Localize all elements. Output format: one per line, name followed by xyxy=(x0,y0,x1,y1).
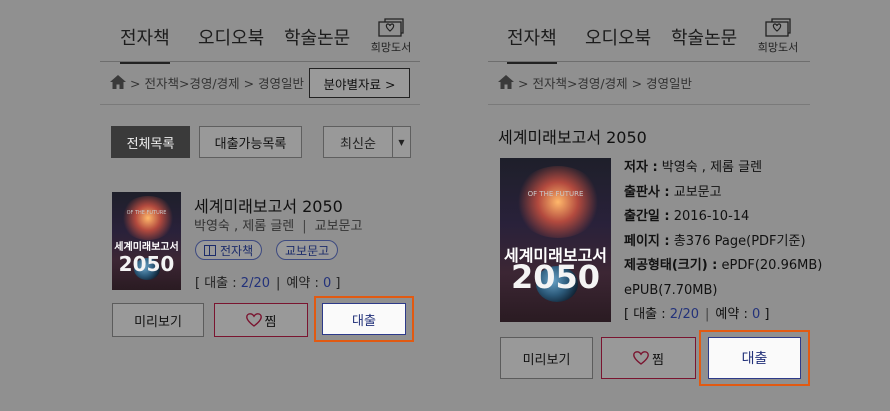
tab-papers[interactable]: 학술논문 xyxy=(284,24,350,62)
wishlist-link[interactable]: 희망도서 xyxy=(753,18,803,55)
cover-subtitle: OF THE FUTURE xyxy=(126,210,167,216)
tab-audiobook[interactable]: 오디오북 xyxy=(198,24,264,62)
book-publisher: 교보문고 xyxy=(314,219,363,234)
loan-status: [ 대출 : 2/20 | 예약 : 0 ] xyxy=(195,276,341,291)
sort-select[interactable]: 최신순 ▼ xyxy=(323,126,411,158)
loan-count: 2/20 xyxy=(240,276,270,291)
preview-button[interactable]: 미리보기 xyxy=(500,337,593,379)
category-browse-button[interactable]: 분야별자료 > xyxy=(309,68,410,98)
loan-label: 대출 : xyxy=(204,276,241,291)
format-value: ePDF(20.96MB) xyxy=(721,258,823,273)
publisher-value: 교보문고 xyxy=(673,184,722,200)
breadcrumb: > 전자책>경영/경제 > 경영일반 xyxy=(498,68,692,96)
format2-value: ePUB(7.70MB) xyxy=(624,282,718,298)
cover-title: 세계미래보고서 xyxy=(114,242,179,253)
home-icon[interactable] xyxy=(498,75,514,89)
available-list-button[interactable]: 대출가능목록 xyxy=(199,126,302,158)
loan-button[interactable]: 대출 xyxy=(322,303,406,335)
date-value: 2016-10-14 xyxy=(673,209,750,224)
tab-ebook[interactable]: 전자책 xyxy=(120,24,170,64)
tab-audiobook[interactable]: 오디오북 xyxy=(585,24,651,62)
loan-count: 2/20 xyxy=(669,307,699,322)
wishlist-label: 희망도서 xyxy=(757,41,799,54)
detail-panel: 전자책 오디오북 학술논문 희망도서 > 전자책>경영/경제 > 경영일반 세계… xyxy=(488,0,822,411)
ebook-tag[interactable]: 전자책 xyxy=(195,240,263,260)
like-button[interactable]: 찜 xyxy=(601,337,696,379)
publisher-label: 출판사 : xyxy=(624,184,670,200)
cover-year: 2050 xyxy=(510,258,601,296)
loan-label: 대출 : xyxy=(633,307,670,322)
detail-book-cover: OF THE FUTURE 세계미래보고서 2050 xyxy=(500,158,611,322)
tab-papers[interactable]: 학술논문 xyxy=(671,24,737,62)
list-panel: 전자책 오디오북 학술논문 희망도서 > 전자책>경영/경제 > 경영일반 분야… xyxy=(100,0,420,411)
reserve-label: 예약 : xyxy=(286,276,323,291)
loan-button[interactable]: 대출 xyxy=(708,337,801,379)
home-icon[interactable] xyxy=(110,75,126,89)
reserve-label: 예약 : xyxy=(715,307,752,322)
cover-subtitle: OF THE FUTURE xyxy=(527,190,584,198)
book-authors: 박영숙 , 제롬 글렌 xyxy=(194,219,295,234)
detail-title: 세계미래보고서 2050 xyxy=(498,128,647,147)
reserve-count: 0 xyxy=(751,307,761,322)
heart-icon xyxy=(633,351,649,365)
pages-value: 총376 Page(PDF기준) xyxy=(673,233,806,249)
wishlist-icon xyxy=(765,18,791,37)
breadcrumb-text: > 전자책>경영/경제 > 경영일반 xyxy=(518,75,693,91)
wishlist-label: 희망도서 xyxy=(370,41,412,54)
category-tabs: 전자책 오디오북 학술논문 희망도서 xyxy=(488,16,810,64)
category-tabs: 전자책 오디오북 학술논문 희망도서 xyxy=(100,16,420,64)
ebook-tag-label: 전자책 xyxy=(220,243,254,258)
heart-icon xyxy=(245,313,262,327)
book-meta: 박영숙 , 제롬 글렌 | 교보문고 xyxy=(194,219,363,234)
author-value: 박영숙 , 제롬 글렌 xyxy=(661,160,763,175)
date-label: 출간일 : xyxy=(624,209,670,224)
publisher-tag[interactable]: 교보문고 xyxy=(276,240,339,260)
book-icon xyxy=(204,244,216,256)
detail-info: 저자 : 박영숙 , 제롬 글렌 출판사 : 교보문고 출간일 : 2016-1… xyxy=(624,160,823,322)
all-list-button[interactable]: 전체목록 xyxy=(111,126,190,158)
divider xyxy=(100,104,420,105)
cover-year: 2050 xyxy=(118,252,175,276)
like-button[interactable]: 찜 xyxy=(214,303,308,337)
publisher-tag-label: 교보문고 xyxy=(285,243,330,258)
author-label: 저자 : xyxy=(624,160,658,175)
divider xyxy=(488,104,810,105)
like-label: 찜 xyxy=(652,352,664,368)
book-cover[interactable]: OF THE FUTURE 세계미래보고서 2050 xyxy=(112,192,181,290)
reserve-count: 0 xyxy=(322,276,332,291)
preview-button[interactable]: 미리보기 xyxy=(112,303,204,337)
breadcrumb: > 전자책>경영/경제 > 경영일반 xyxy=(110,68,304,96)
chevron-down-icon[interactable]: ▼ xyxy=(392,127,410,157)
tab-ebook[interactable]: 전자책 xyxy=(507,24,557,64)
like-label: 찜 xyxy=(264,314,277,330)
loan-button-highlight: 대출 xyxy=(699,330,810,386)
pages-label: 페이지 : xyxy=(624,233,670,249)
book-title[interactable]: 세계미래보고서 2050 xyxy=(194,193,343,217)
format-label: 제공형태(크기) : xyxy=(624,258,718,273)
breadcrumb-text: > 전자책>경영/경제 > 경영일반 xyxy=(130,75,305,91)
sort-label: 최신순 xyxy=(340,136,376,152)
wishlist-link[interactable]: 희망도서 xyxy=(366,18,416,55)
loan-button-highlight: 대출 xyxy=(314,296,414,342)
wishlist-icon xyxy=(378,18,404,37)
